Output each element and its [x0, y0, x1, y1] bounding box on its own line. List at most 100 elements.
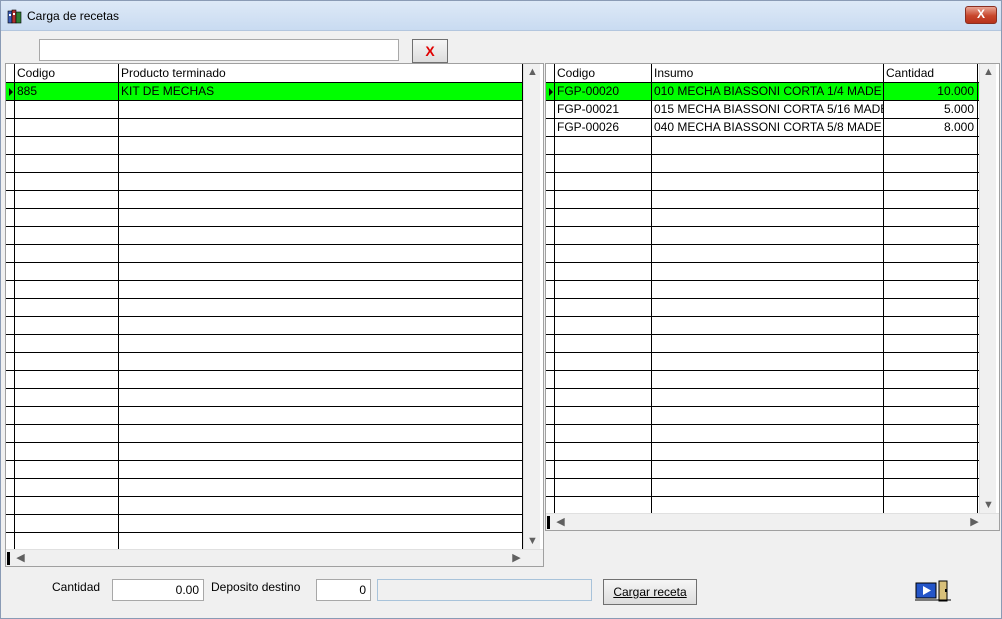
cell-insumo[interactable] [652, 371, 884, 388]
row-indicator[interactable] [546, 281, 555, 298]
cell-cantidad[interactable] [884, 353, 978, 370]
cell-codigo[interactable] [555, 227, 652, 244]
cell-codigo[interactable] [15, 155, 119, 172]
row-indicator[interactable] [6, 479, 15, 496]
cell-insumo[interactable] [652, 407, 884, 424]
cell-codigo[interactable] [15, 407, 119, 424]
column-header-codigo[interactable]: Codigo [555, 64, 652, 83]
clear-search-button[interactable]: X [412, 39, 448, 63]
ingredients-horizontal-scrollbar[interactable]: ◀ ▶ [546, 513, 999, 530]
row-indicator[interactable] [6, 281, 15, 298]
cell-cantidad[interactable] [884, 191, 978, 208]
table-row[interactable]: 885 KIT DE MECHAS [6, 83, 523, 101]
cell-codigo[interactable] [555, 407, 652, 424]
row-indicator[interactable] [546, 461, 555, 478]
scroll-down-icon[interactable]: ▼ [980, 497, 997, 514]
row-indicator[interactable] [6, 407, 15, 424]
row-indicator[interactable] [6, 515, 15, 532]
row-indicator[interactable] [6, 497, 15, 514]
scroll-down-icon[interactable]: ▼ [524, 533, 541, 550]
cell-codigo[interactable]: FGP-00026 [555, 119, 652, 136]
table-row[interactable] [546, 299, 979, 317]
row-indicator[interactable] [546, 209, 555, 226]
cell-codigo[interactable] [555, 461, 652, 478]
cell-codigo[interactable] [555, 389, 652, 406]
cell-codigo[interactable] [15, 299, 119, 316]
cell-insumo[interactable] [652, 353, 884, 370]
scroll-left-icon[interactable]: ◀ [552, 514, 569, 530]
table-row[interactable] [6, 155, 523, 173]
cell-cantidad[interactable] [884, 263, 978, 280]
scroll-up-icon[interactable]: ▲ [980, 64, 997, 81]
table-row[interactable] [6, 515, 523, 533]
cell-producto[interactable] [119, 119, 523, 136]
row-indicator[interactable] [546, 389, 555, 406]
cell-codigo[interactable] [15, 191, 119, 208]
products-horizontal-scrollbar[interactable]: ◀ ▶ [6, 549, 543, 566]
table-row[interactable] [546, 263, 979, 281]
table-row[interactable] [6, 479, 523, 497]
table-row[interactable] [6, 191, 523, 209]
cell-producto[interactable] [119, 389, 523, 406]
table-row[interactable] [6, 497, 523, 515]
cantidad-field[interactable]: 0.00 [112, 579, 204, 601]
cell-codigo[interactable] [555, 425, 652, 442]
column-header-cantidad[interactable]: Cantidad [884, 64, 978, 83]
row-indicator[interactable] [6, 227, 15, 244]
cell-cantidad[interactable] [884, 443, 978, 460]
row-indicator[interactable] [546, 227, 555, 244]
row-indicator[interactable] [6, 443, 15, 460]
table-row[interactable]: FGP-00021 015 MECHA BIASSONI CORTA 5/16 M… [546, 101, 979, 119]
cell-insumo[interactable] [652, 479, 884, 496]
table-row[interactable] [6, 263, 523, 281]
table-row[interactable] [546, 479, 979, 497]
table-row[interactable] [546, 245, 979, 263]
cell-cantidad[interactable] [884, 317, 978, 334]
row-indicator[interactable] [6, 335, 15, 352]
cell-cantidad[interactable]: 10.000 [884, 83, 978, 100]
cell-insumo[interactable] [652, 209, 884, 226]
column-header-insumo[interactable]: Insumo [652, 64, 884, 83]
cell-producto[interactable] [119, 155, 523, 172]
cell-cantidad[interactable]: 8.000 [884, 119, 978, 136]
cell-insumo[interactable] [652, 245, 884, 262]
cell-producto[interactable] [119, 461, 523, 478]
exit-door-icon[interactable] [915, 579, 953, 603]
close-button[interactable]: X [965, 6, 997, 24]
cell-producto[interactable] [119, 137, 523, 154]
scroll-right-icon[interactable]: ▶ [966, 514, 983, 530]
scroll-left-icon[interactable]: ◀ [12, 550, 29, 566]
cell-codigo[interactable] [15, 263, 119, 280]
cell-insumo[interactable] [652, 461, 884, 478]
row-indicator[interactable] [546, 335, 555, 352]
table-row[interactable] [6, 317, 523, 335]
row-indicator[interactable] [546, 101, 555, 118]
table-row[interactable] [6, 389, 523, 407]
row-indicator[interactable] [546, 353, 555, 370]
table-row[interactable] [546, 191, 979, 209]
cell-cantidad[interactable] [884, 209, 978, 226]
table-row[interactable] [546, 353, 979, 371]
cell-cantidad[interactable] [884, 461, 978, 478]
row-indicator[interactable] [546, 155, 555, 172]
cell-codigo[interactable] [15, 227, 119, 244]
row-indicator[interactable] [6, 83, 15, 100]
cell-insumo[interactable] [652, 389, 884, 406]
cell-producto[interactable] [119, 281, 523, 298]
row-indicator[interactable] [546, 119, 555, 136]
cell-insumo[interactable] [652, 173, 884, 190]
cell-producto[interactable] [119, 335, 523, 352]
row-indicator[interactable] [6, 317, 15, 334]
column-header-codigo[interactable]: Codigo [15, 64, 119, 83]
cell-codigo[interactable] [555, 335, 652, 352]
row-indicator[interactable] [6, 425, 15, 442]
table-row[interactable] [546, 335, 979, 353]
cell-insumo[interactable] [652, 299, 884, 316]
cell-codigo[interactable]: FGP-00021 [555, 101, 652, 118]
cell-codigo[interactable]: 885 [15, 83, 119, 100]
cell-codigo[interactable] [15, 533, 119, 550]
row-indicator[interactable] [6, 101, 15, 118]
cell-cantidad[interactable] [884, 281, 978, 298]
cell-cantidad[interactable] [884, 371, 978, 388]
table-row[interactable] [546, 371, 979, 389]
